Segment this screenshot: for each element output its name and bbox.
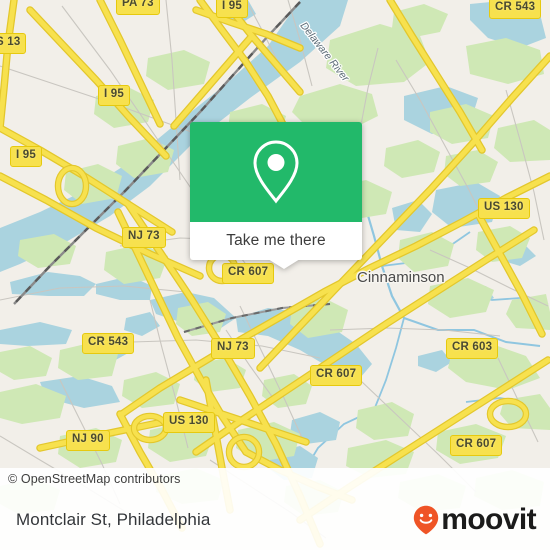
- road-shield[interactable]: CR 607: [450, 435, 503, 456]
- road-shield[interactable]: PA 73: [116, 0, 160, 15]
- osm-attribution-bar: © OpenStreetMap contributors: [0, 468, 550, 490]
- osm-attribution-text: © OpenStreetMap contributors: [8, 472, 181, 486]
- road-shield[interactable]: CR 543: [82, 333, 135, 354]
- map-pin-icon: [253, 140, 299, 204]
- location-title: Montclair St, Philadelphia: [16, 510, 211, 529]
- road-shield[interactable]: CR 607: [222, 263, 275, 284]
- map-screen: Delaware River Cinnaminson PA 73 I 95 CR…: [0, 0, 550, 550]
- moovit-smile-pin-icon: [414, 505, 439, 535]
- road-shield[interactable]: NJ 73: [211, 338, 255, 359]
- road-shield[interactable]: CR 543: [489, 0, 542, 19]
- moovit-logo[interactable]: moovit: [413, 505, 550, 535]
- road-shield[interactable]: I 95: [10, 146, 42, 167]
- road-shield[interactable]: I 95: [98, 85, 130, 106]
- place-label-cinnaminson: Cinnaminson: [357, 269, 445, 286]
- road-shield[interactable]: CR 603: [446, 338, 499, 359]
- callout-pointer: [268, 259, 300, 269]
- map-callout-popup[interactable]: Take me there: [190, 122, 362, 269]
- road-shield[interactable]: S 13: [0, 33, 27, 54]
- road-shield[interactable]: I 95: [216, 0, 248, 18]
- take-me-there-label: Take me there: [226, 232, 326, 249]
- road-shield[interactable]: NJ 90: [66, 430, 110, 451]
- road-shield[interactable]: NJ 73: [122, 227, 166, 248]
- road-shield[interactable]: CR 607: [310, 365, 363, 386]
- callout-green-panel: [190, 122, 362, 222]
- road-shield[interactable]: US 130: [163, 412, 215, 433]
- bottom-bar: Montclair St, Philadelphia moovit: [0, 490, 550, 550]
- callout-action-bar[interactable]: Take me there: [190, 222, 362, 269]
- road-shield[interactable]: US 130: [478, 198, 530, 219]
- moovit-wordmark: moovit: [441, 503, 536, 536]
